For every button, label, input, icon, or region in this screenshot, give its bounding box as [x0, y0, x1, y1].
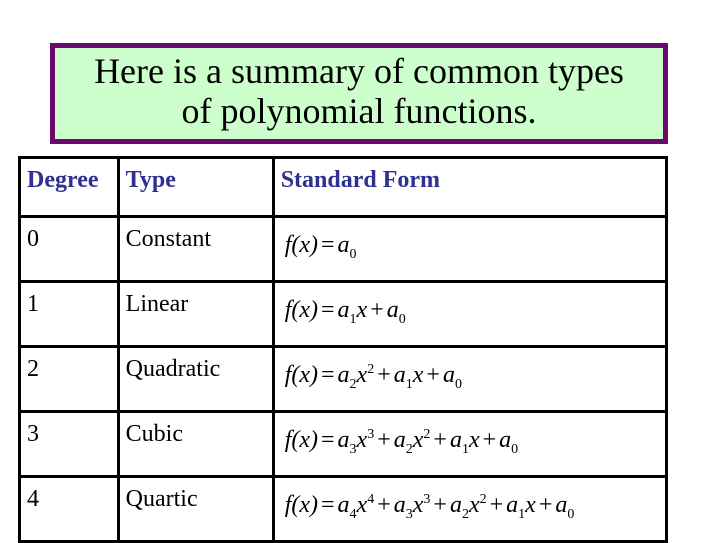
formula-coefficient: a — [442, 362, 455, 388]
formula-variable: x — [468, 427, 480, 453]
formula-plus: + — [482, 427, 497, 453]
formula-exponent: 2 — [479, 492, 487, 507]
formula-equals: = — [321, 362, 335, 388]
standard-form-cell: f(x) = a4x4 + a3x3 + a2x2 + a1x + a0 — [271, 475, 669, 543]
formula-coefficient: a — [506, 492, 519, 518]
degree-cell: 2 — [18, 345, 120, 413]
formula-lhs: f(x) — [284, 297, 318, 323]
type-cell: Quadratic — [116, 345, 275, 413]
standard-form-cell: f(x) = a3x3 + a2x2 + a1x + a0 — [271, 410, 669, 478]
formula-lhs: f(x) — [284, 427, 318, 453]
table-row: 1 Linear f(x) = a1x + a0 — [18, 280, 669, 348]
formula-variable: x — [356, 362, 368, 388]
standard-form-cell: f(x) = a1x + a0 — [271, 280, 669, 348]
formula-variable: x — [412, 362, 424, 388]
table-row: 0 Constant f(x) = a0 — [18, 215, 669, 283]
formula-coefficient: a — [337, 232, 350, 258]
formula-coefficient: a — [499, 427, 512, 453]
formula-subscript: 4 — [349, 506, 357, 522]
table-row: 3 Cubic f(x) = a3x3 + a2x2 + a1x + a0 — [18, 410, 669, 478]
formula-subscript: 1 — [349, 311, 357, 327]
formula-coefficient: a — [393, 492, 406, 518]
formula-equals: = — [321, 492, 335, 518]
header-type: Type — [116, 156, 275, 218]
formula-plus: + — [433, 427, 447, 453]
formula-variable: x — [356, 427, 368, 453]
formula-coefficient: a — [449, 492, 462, 518]
formula-coefficient: a — [337, 297, 350, 323]
formula-variable: x — [412, 427, 424, 453]
formula-lhs: f(x) — [284, 492, 318, 518]
formula-equals: = — [321, 297, 335, 323]
header-degree: Degree — [18, 156, 120, 218]
formula-subscript: 3 — [405, 506, 413, 522]
formula-lhs: f(x) — [284, 232, 318, 258]
table-row: 4 Quartic f(x) = a4x4 + a3x3 + a2x2 + a1x + a0 — [18, 475, 669, 543]
standard-form-cell: f(x) = a0 — [271, 215, 669, 283]
formula-coefficient: a — [337, 362, 350, 388]
degree-cell: 0 — [18, 215, 120, 283]
type-cell: Linear — [116, 280, 275, 348]
formula-subscript: 1 — [461, 441, 469, 457]
formula-plus: + — [433, 492, 447, 518]
degree-cell: 3 — [18, 410, 120, 478]
formula-plus: + — [489, 492, 504, 518]
title-line-1: Here is a summary of common types — [94, 51, 624, 91]
formula-plus: + — [377, 492, 391, 518]
formula-coefficient: a — [393, 427, 406, 453]
formula-lhs: f(x) — [284, 362, 318, 388]
title-line-2: of polynomial functions. — [181, 91, 537, 131]
formula-plus: + — [377, 362, 391, 388]
formula-subscript: 0 — [349, 246, 357, 262]
formula-subscript: 0 — [511, 441, 519, 457]
degree-cell: 4 — [18, 475, 120, 543]
formula-variable: x — [356, 492, 368, 518]
formula-variable: x — [468, 492, 480, 518]
degree-cell: 1 — [18, 280, 120, 348]
polynomial-types-table: Degree Type Standard Form 0 Constant f(x) =… — [18, 156, 669, 543]
formula-coefficient: a — [337, 427, 350, 453]
formula-coefficient: a — [555, 492, 568, 518]
table-header-row: Degree Type Standard Form — [18, 156, 669, 218]
table-row: 2 Quadratic f(x) = a2x2 + a1x + a0 — [18, 345, 669, 413]
formula-subscript: 2 — [405, 441, 413, 457]
formula-plus: + — [377, 427, 391, 453]
formula-subscript: 0 — [398, 311, 406, 327]
formula-coefficient: a — [386, 297, 399, 323]
formula-subscript: 0 — [454, 376, 462, 392]
formula-plus: + — [370, 297, 384, 323]
type-cell: Quartic — [116, 475, 275, 543]
type-cell: Cubic — [116, 410, 275, 478]
formula-subscript: 2 — [461, 506, 469, 522]
formula-coefficient: a — [449, 427, 462, 453]
type-cell: Constant — [116, 215, 275, 283]
title-box: Here is a summary of common types of pol… — [50, 43, 668, 144]
formula-coefficient: a — [337, 492, 350, 518]
formula-plus: + — [538, 492, 553, 518]
formula-plus: + — [426, 362, 440, 388]
header-standard-form: Standard Form — [271, 156, 669, 218]
formula-subscript: 2 — [349, 376, 357, 392]
formula-subscript: 3 — [349, 441, 357, 457]
formula-variable: x — [412, 492, 424, 518]
formula-equals: = — [321, 427, 335, 453]
standard-form-cell: f(x) = a2x2 + a1x + a0 — [271, 345, 669, 413]
formula-subscript: 0 — [567, 506, 575, 522]
formula-coefficient: a — [393, 362, 406, 388]
formula-variable: x — [356, 297, 368, 323]
formula-subscript: 1 — [405, 376, 413, 392]
formula-variable: x — [525, 492, 536, 518]
formula-equals: = — [321, 232, 335, 258]
